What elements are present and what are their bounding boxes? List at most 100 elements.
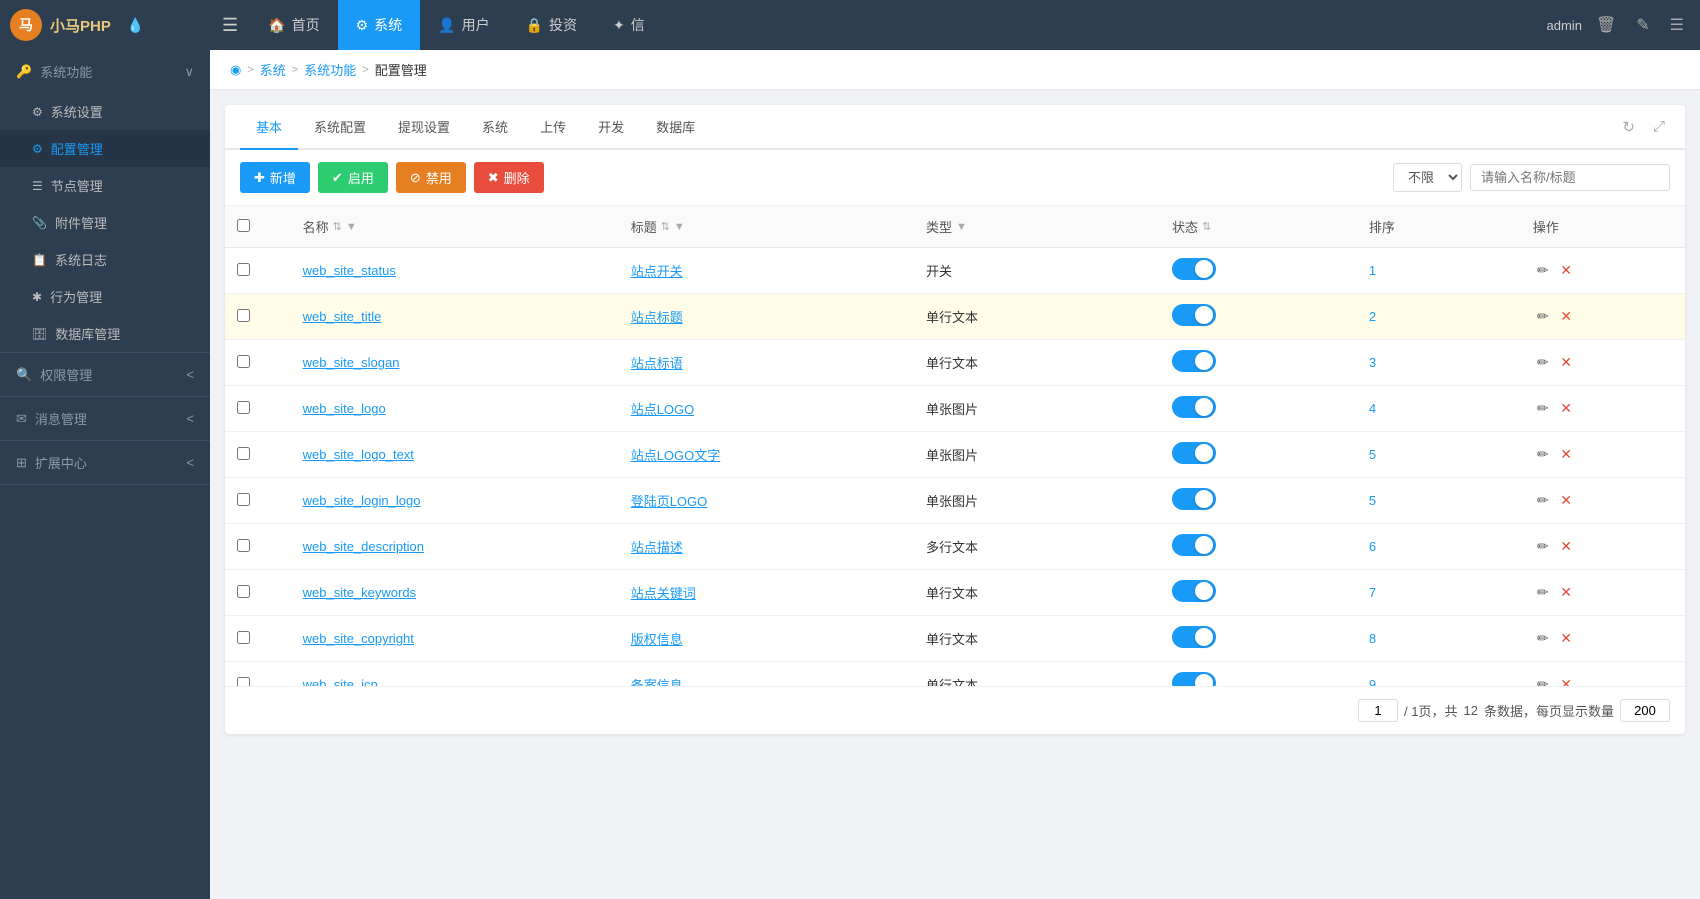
sort-link[interactable]: 3: [1369, 355, 1376, 370]
delete-row-button[interactable]: ✕: [1556, 628, 1576, 649]
sort-link[interactable]: 6: [1369, 539, 1376, 554]
edit-row-button[interactable]: ✏: [1533, 582, 1553, 603]
status-sort-icon[interactable]: ⇅: [1202, 220, 1211, 233]
refresh-icon[interactable]: ↻: [1617, 115, 1640, 139]
row-title-link[interactable]: 站点关键词: [631, 586, 696, 601]
edit-row-button[interactable]: ✏: [1533, 398, 1553, 419]
page-size-input[interactable]: [1620, 699, 1670, 722]
status-toggle[interactable]: [1172, 396, 1216, 418]
sidebar-item-db-manage[interactable]: 🗄 数据库管理: [0, 315, 210, 352]
status-toggle[interactable]: [1172, 350, 1216, 372]
sidebar-group-system-functions[interactable]: 🔑 系统功能 ∨: [0, 50, 210, 93]
delete-row-button[interactable]: ✕: [1556, 352, 1576, 373]
sort-link[interactable]: 8: [1369, 631, 1376, 646]
sidebar-toggle[interactable]: ☰: [210, 15, 250, 36]
row-name-link[interactable]: web_site_status: [303, 263, 396, 278]
row-name-link[interactable]: web_site_icp: [303, 677, 378, 686]
sidebar-group-message[interactable]: ✉ 消息管理 <: [0, 397, 210, 440]
menu-icon[interactable]: ☰: [1664, 11, 1690, 39]
row-checkbox[interactable]: [237, 263, 250, 276]
nav-item-xin[interactable]: ✦信: [595, 0, 663, 50]
sidebar-item-config-manage[interactable]: ⚙ 配置管理: [0, 130, 210, 167]
row-title-link[interactable]: 站点描述: [631, 540, 683, 555]
status-toggle[interactable]: [1172, 626, 1216, 648]
status-toggle[interactable]: [1172, 258, 1216, 280]
enable-button[interactable]: ✔ 启用: [318, 162, 388, 193]
row-name-link[interactable]: web_site_logo: [303, 401, 386, 416]
fullscreen-icon[interactable]: ⤢: [1648, 115, 1670, 138]
edit-row-button[interactable]: ✏: [1533, 490, 1553, 511]
sort-link[interactable]: 4: [1369, 401, 1376, 416]
status-toggle[interactable]: [1172, 304, 1216, 326]
title-filter-icon[interactable]: ▼: [674, 221, 685, 233]
sort-link[interactable]: 1: [1369, 263, 1376, 278]
edit-row-button[interactable]: ✏: [1533, 306, 1553, 327]
delete-row-button[interactable]: ✕: [1556, 536, 1576, 557]
edit-row-button[interactable]: ✏: [1533, 260, 1553, 281]
row-name-link[interactable]: web_site_slogan: [303, 355, 400, 370]
select-all-checkbox[interactable]: [237, 219, 250, 232]
disable-button[interactable]: ⊘ 禁用: [396, 162, 466, 193]
page-number-input[interactable]: [1358, 699, 1398, 722]
breadcrumb-system[interactable]: 系统: [260, 60, 286, 79]
tab-upload[interactable]: 上传: [524, 105, 582, 150]
row-title-link[interactable]: 站点标语: [631, 356, 683, 371]
status-toggle[interactable]: [1172, 488, 1216, 510]
status-toggle[interactable]: [1172, 442, 1216, 464]
col-check-all[interactable]: [225, 206, 291, 248]
edit-row-button[interactable]: ✏: [1533, 444, 1553, 465]
row-name-link[interactable]: web_site_logo_text: [303, 447, 414, 462]
row-name-link[interactable]: web_site_title: [303, 309, 382, 324]
sidebar-item-behavior-manage[interactable]: ✱ 行为管理: [0, 278, 210, 315]
sidebar-item-attachment-manage[interactable]: 📎 附件管理: [0, 204, 210, 241]
delete-button[interactable]: ✖ 删除: [474, 162, 544, 193]
sort-link[interactable]: 5: [1369, 447, 1376, 462]
row-checkbox[interactable]: [237, 585, 250, 598]
notification-bell[interactable]: 💧: [127, 17, 144, 34]
row-title-link[interactable]: 站点LOGO: [631, 402, 695, 417]
row-checkbox[interactable]: [237, 447, 250, 460]
delete-row-button[interactable]: ✕: [1556, 260, 1576, 281]
nav-item-home[interactable]: 🏠首页: [250, 0, 337, 50]
sidebar-item-system-log[interactable]: 📋 系统日志: [0, 241, 210, 278]
sort-link[interactable]: 9: [1369, 677, 1376, 686]
trash-icon[interactable]: 🗑: [1590, 11, 1622, 39]
nav-item-invest[interactable]: 🔒投资: [508, 0, 595, 50]
row-title-link[interactable]: 备案信息: [631, 678, 683, 686]
row-name-link[interactable]: web_site_description: [303, 539, 424, 554]
tab-system[interactable]: 系统: [466, 105, 524, 150]
edit-row-button[interactable]: ✏: [1533, 674, 1553, 686]
row-title-link[interactable]: 站点标题: [631, 310, 683, 325]
sidebar-item-system-settings[interactable]: ⚙ 系统设置: [0, 93, 210, 130]
status-filter[interactable]: 不限: [1393, 163, 1462, 192]
delete-row-button[interactable]: ✕: [1556, 398, 1576, 419]
status-toggle[interactable]: [1172, 580, 1216, 602]
edit-row-button[interactable]: ✏: [1533, 352, 1553, 373]
table-scroll[interactable]: 名称 ⇅ ▼ 标题 ⇅ ▼: [225, 206, 1685, 686]
edit-row-button[interactable]: ✏: [1533, 536, 1553, 557]
row-title-link[interactable]: 版权信息: [631, 632, 683, 647]
status-toggle[interactable]: [1172, 534, 1216, 556]
edit-row-button[interactable]: ✏: [1533, 628, 1553, 649]
row-checkbox[interactable]: [237, 355, 250, 368]
row-title-link[interactable]: 登陆页LOGO: [631, 494, 708, 509]
sort-link[interactable]: 2: [1369, 309, 1376, 324]
row-checkbox[interactable]: [237, 401, 250, 414]
add-button[interactable]: ✚ 新增: [240, 162, 310, 193]
nav-item-user[interactable]: 👤用户: [420, 0, 507, 50]
tab-withdraw-settings[interactable]: 提现设置: [382, 105, 466, 150]
delete-row-button[interactable]: ✕: [1556, 674, 1576, 686]
row-name-link[interactable]: web_site_keywords: [303, 585, 416, 600]
row-checkbox[interactable]: [237, 493, 250, 506]
delete-row-button[interactable]: ✕: [1556, 582, 1576, 603]
nav-item-system[interactable]: ⚙系统: [338, 0, 421, 50]
sidebar-item-node-manage[interactable]: ☰ 节点管理: [0, 167, 210, 204]
row-title-link[interactable]: 站点LOGO文字: [631, 448, 721, 463]
row-name-link[interactable]: web_site_login_logo: [303, 493, 421, 508]
row-checkbox[interactable]: [237, 677, 250, 687]
row-checkbox[interactable]: [237, 631, 250, 644]
name-filter-icon[interactable]: ▼: [346, 221, 357, 233]
row-title-link[interactable]: 站点开关: [631, 264, 683, 279]
status-toggle[interactable]: [1172, 672, 1216, 686]
sort-link[interactable]: 5: [1369, 493, 1376, 508]
